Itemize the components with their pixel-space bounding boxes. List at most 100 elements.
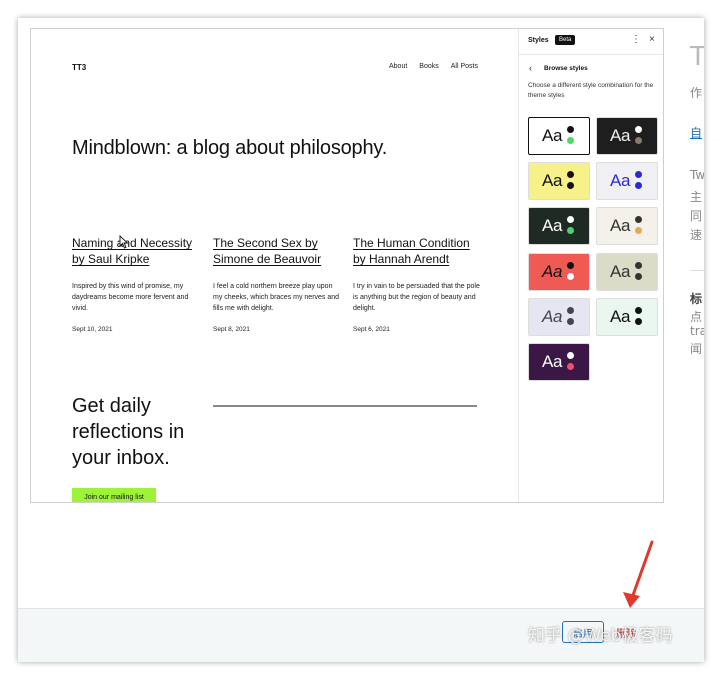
color-swatch-dot <box>635 182 642 189</box>
color-swatches <box>635 262 643 284</box>
post-date: Sept 10, 2021 <box>72 326 113 333</box>
nav-item-books[interactable]: Books <box>419 63 438 70</box>
color-swatch-dot <box>635 227 642 234</box>
post-title[interactable]: The Human Condition by Hannah Arendt <box>353 235 483 267</box>
newsletter-heading: Get daily reflections in your inbox. <box>72 395 185 469</box>
style-variation-tile[interactable]: Aa <box>596 117 658 155</box>
theme-author: 作 <box>690 86 703 100</box>
style-variation-sample: Aa <box>542 307 563 326</box>
annotation-arrow-icon <box>623 540 654 608</box>
back-chevron-icon[interactable]: ‹ <box>529 63 532 73</box>
mouse-cursor-icon <box>119 235 129 249</box>
separator <box>690 270 704 271</box>
style-variation-sample: Aa <box>542 352 563 371</box>
style-variation-tile[interactable]: Aa <box>528 253 590 291</box>
color-swatch-dot <box>567 262 574 269</box>
style-variation-tile[interactable]: Aa <box>528 117 590 155</box>
theme-preview-frame: TT3 About Books All Posts Mindblown: a b… <box>30 28 664 503</box>
style-variation-tile[interactable]: Aa <box>528 298 590 336</box>
color-swatches <box>567 171 575 193</box>
color-swatch-dot <box>567 307 574 314</box>
style-variation-tile[interactable]: Aa <box>528 343 590 381</box>
tags-line: 点 <box>690 310 703 324</box>
color-swatches <box>635 171 643 193</box>
color-swatch-dot <box>567 227 574 234</box>
post-date: Sept 6, 2021 <box>353 326 390 333</box>
theme-name-heading: T <box>690 42 704 72</box>
close-icon[interactable]: × <box>649 34 655 45</box>
post-title[interactable]: Naming and Necessity by Saul Kripke <box>72 235 202 267</box>
theme-description-line: 速 <box>690 228 703 242</box>
watermark: 知乎 @Web极客码 <box>528 626 673 646</box>
color-swatches <box>567 262 575 284</box>
color-swatch-dot <box>567 318 574 325</box>
color-swatch-dot <box>635 137 642 144</box>
tags-line: 闻 <box>690 342 703 356</box>
color-swatches <box>635 216 643 238</box>
style-variation-sample: Aa <box>542 216 563 235</box>
style-variation-sample: Aa <box>610 126 631 145</box>
tags-line: tra <box>690 324 704 338</box>
color-swatch-dot <box>567 363 574 370</box>
nav-item-about[interactable]: About <box>389 63 407 70</box>
color-swatches <box>635 307 643 329</box>
style-variation-sample: Aa <box>542 171 563 190</box>
color-swatch-dot <box>567 171 574 178</box>
join-mailing-list-button[interactable]: Join our mailing list <box>72 488 156 502</box>
style-variation-sample: Aa <box>542 262 563 281</box>
color-swatches <box>567 216 575 238</box>
color-swatches <box>567 307 575 329</box>
styles-panel-header: Styles Beta ⋮ × <box>519 29 663 55</box>
nav-item-all-posts[interactable]: All Posts <box>451 63 478 70</box>
color-swatch-dot <box>635 318 642 325</box>
more-options-icon[interactable]: ⋮ <box>631 34 641 45</box>
beta-badge: Beta <box>555 35 576 45</box>
style-variation-tile[interactable]: Aa <box>596 298 658 336</box>
color-swatch-dot <box>567 273 574 280</box>
color-swatch-dot <box>635 262 642 269</box>
theme-description-line: Tw <box>690 168 704 182</box>
style-variation-tile[interactable]: Aa <box>528 207 590 245</box>
theme-details-modal: TT3 About Books All Posts Mindblown: a b… <box>18 18 704 662</box>
separator <box>213 405 477 407</box>
color-swatch-dot <box>635 273 642 280</box>
browse-styles-title: Browse styles <box>544 65 588 72</box>
post-excerpt: Inspired by this wind of promise, my day… <box>72 283 189 312</box>
post-excerpt: I feel a cold northern breeze play upon … <box>213 283 340 312</box>
tags-heading: 标 <box>690 292 703 306</box>
style-variation-tile[interactable]: Aa <box>596 162 658 200</box>
color-swatches <box>567 352 575 374</box>
screen: TT3 About Books All Posts Mindblown: a b… <box>0 0 720 678</box>
post-excerpt: I try in vain to be persuaded that the p… <box>353 283 480 312</box>
browse-styles-description: Choose a different style combination for… <box>528 82 654 99</box>
color-swatch-dot <box>567 137 574 144</box>
style-variation-tile[interactable]: Aa <box>596 253 658 291</box>
color-swatch-dot <box>635 126 642 133</box>
style-variation-tile[interactable]: Aa <box>596 207 658 245</box>
color-swatches <box>567 126 575 148</box>
site-brand[interactable]: TT3 <box>72 63 86 72</box>
post-card: The Second Sex by Simone de Beauvoir I f… <box>213 235 343 333</box>
style-variation-sample: Aa <box>610 262 631 281</box>
style-variation-sample: Aa <box>610 216 631 235</box>
color-swatch-dot <box>635 216 642 223</box>
hero-title: Mindblown: a blog about philosophy. <box>72 137 388 159</box>
post-title[interactable]: The Second Sex by Simone de Beauvoir <box>213 235 343 267</box>
color-swatch-dot <box>567 182 574 189</box>
color-swatch-dot <box>635 171 642 178</box>
color-swatch-dot <box>567 126 574 133</box>
style-variation-tile[interactable]: Aa <box>528 162 590 200</box>
post-card: Naming and Necessity by Saul Kripke Insp… <box>72 235 202 333</box>
theme-link[interactable]: 自 <box>690 124 702 141</box>
styles-panel: Styles Beta ⋮ × ‹ Browse styles Choose a… <box>518 29 663 502</box>
style-variation-sample: Aa <box>542 126 563 145</box>
color-swatch-dot <box>567 216 574 223</box>
style-variation-sample: Aa <box>610 307 631 326</box>
theme-description-line: 同 <box>690 209 703 223</box>
color-swatch-dot <box>567 352 574 359</box>
style-variation-sample: Aa <box>610 171 631 190</box>
site-nav: About Books All Posts <box>389 63 478 70</box>
site-preview: TT3 About Books All Posts Mindblown: a b… <box>31 29 518 502</box>
color-swatch-dot <box>635 307 642 314</box>
color-swatches <box>635 126 643 148</box>
